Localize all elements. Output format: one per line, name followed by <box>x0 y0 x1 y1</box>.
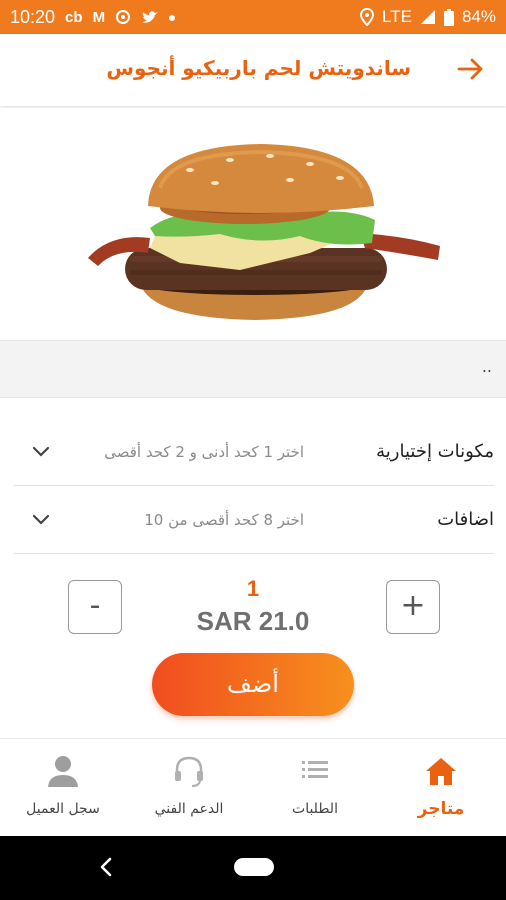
headset-icon <box>175 756 203 787</box>
system-home-button[interactable] <box>234 858 274 876</box>
option-hint: اختر 1 كحد أدنى و 2 كحد أقصى <box>104 443 304 461</box>
nav-label: سجل العميل <box>26 801 100 817</box>
status-right: LTE 84% <box>360 7 496 27</box>
nav-item-support[interactable]: الدعم الفني <box>126 739 252 837</box>
home-icon <box>426 758 456 785</box>
person-icon <box>48 756 78 787</box>
bottom-navigation: سجل العميل الدعم الفني الطلبات متاجر <box>0 738 506 836</box>
option-label: اضافات <box>437 509 494 530</box>
nav-label: متاجر <box>417 799 465 819</box>
nav-label: الدعم الفني <box>154 801 224 817</box>
increase-quantity-button[interactable]: + <box>386 580 440 634</box>
back-arrow-icon[interactable] <box>456 54 486 84</box>
status-time: 10:20 <box>10 7 56 27</box>
product-description: .. <box>481 357 492 376</box>
battery-percent: 84% <box>461 7 496 26</box>
location-pin-icon <box>116 9 131 24</box>
product-image <box>0 108 506 340</box>
option-label: مكونات إختيارية <box>376 441 494 462</box>
chevron-down-icon[interactable] <box>32 446 50 458</box>
location-icon <box>360 8 375 26</box>
list-icon <box>302 761 328 778</box>
battery-icon <box>443 8 454 26</box>
burger-illustration <box>88 144 440 320</box>
product-description-box: .. <box>0 340 506 398</box>
chevron-down-icon[interactable] <box>32 514 50 526</box>
add-to-cart-button[interactable]: أضف <box>152 653 354 716</box>
network-label: LTE <box>382 7 412 26</box>
nav-item-orders[interactable]: الطلبات <box>252 739 378 837</box>
app-header: ساندويتش لحم باربيكيو أنجوس <box>0 34 506 106</box>
nav-item-stores[interactable]: متاجر <box>378 739 504 837</box>
system-back-icon[interactable] <box>97 856 115 878</box>
option-row-optional-ingredients[interactable]: مكونات إختيارية اختر 1 كحد أدنى و 2 كحد … <box>14 420 494 486</box>
nav-item-customer-record[interactable]: سجل العميل <box>0 739 126 837</box>
nav-label: الطلبات <box>292 801 338 817</box>
dot-icon <box>169 14 176 21</box>
option-hint: اختر 8 كحد أقصى من 10 <box>144 511 304 529</box>
cb-app-icon: cb <box>65 9 83 26</box>
status-bar: 10:20 cb M LTE 84% <box>0 0 506 34</box>
m-app-icon: M <box>92 9 106 26</box>
system-navigation-bar <box>0 836 506 900</box>
option-row-additions[interactable]: اضافات اختر 8 كحد أقصى من 10 <box>14 488 494 554</box>
twitter-icon <box>142 10 159 23</box>
signal-icon <box>420 10 435 24</box>
page-title: ساندويتش لحم باربيكيو أنجوس <box>106 56 411 80</box>
quantity-stepper: - 1 SAR 21.0 + <box>0 570 506 640</box>
status-left: 10:20 cb M <box>10 7 176 28</box>
